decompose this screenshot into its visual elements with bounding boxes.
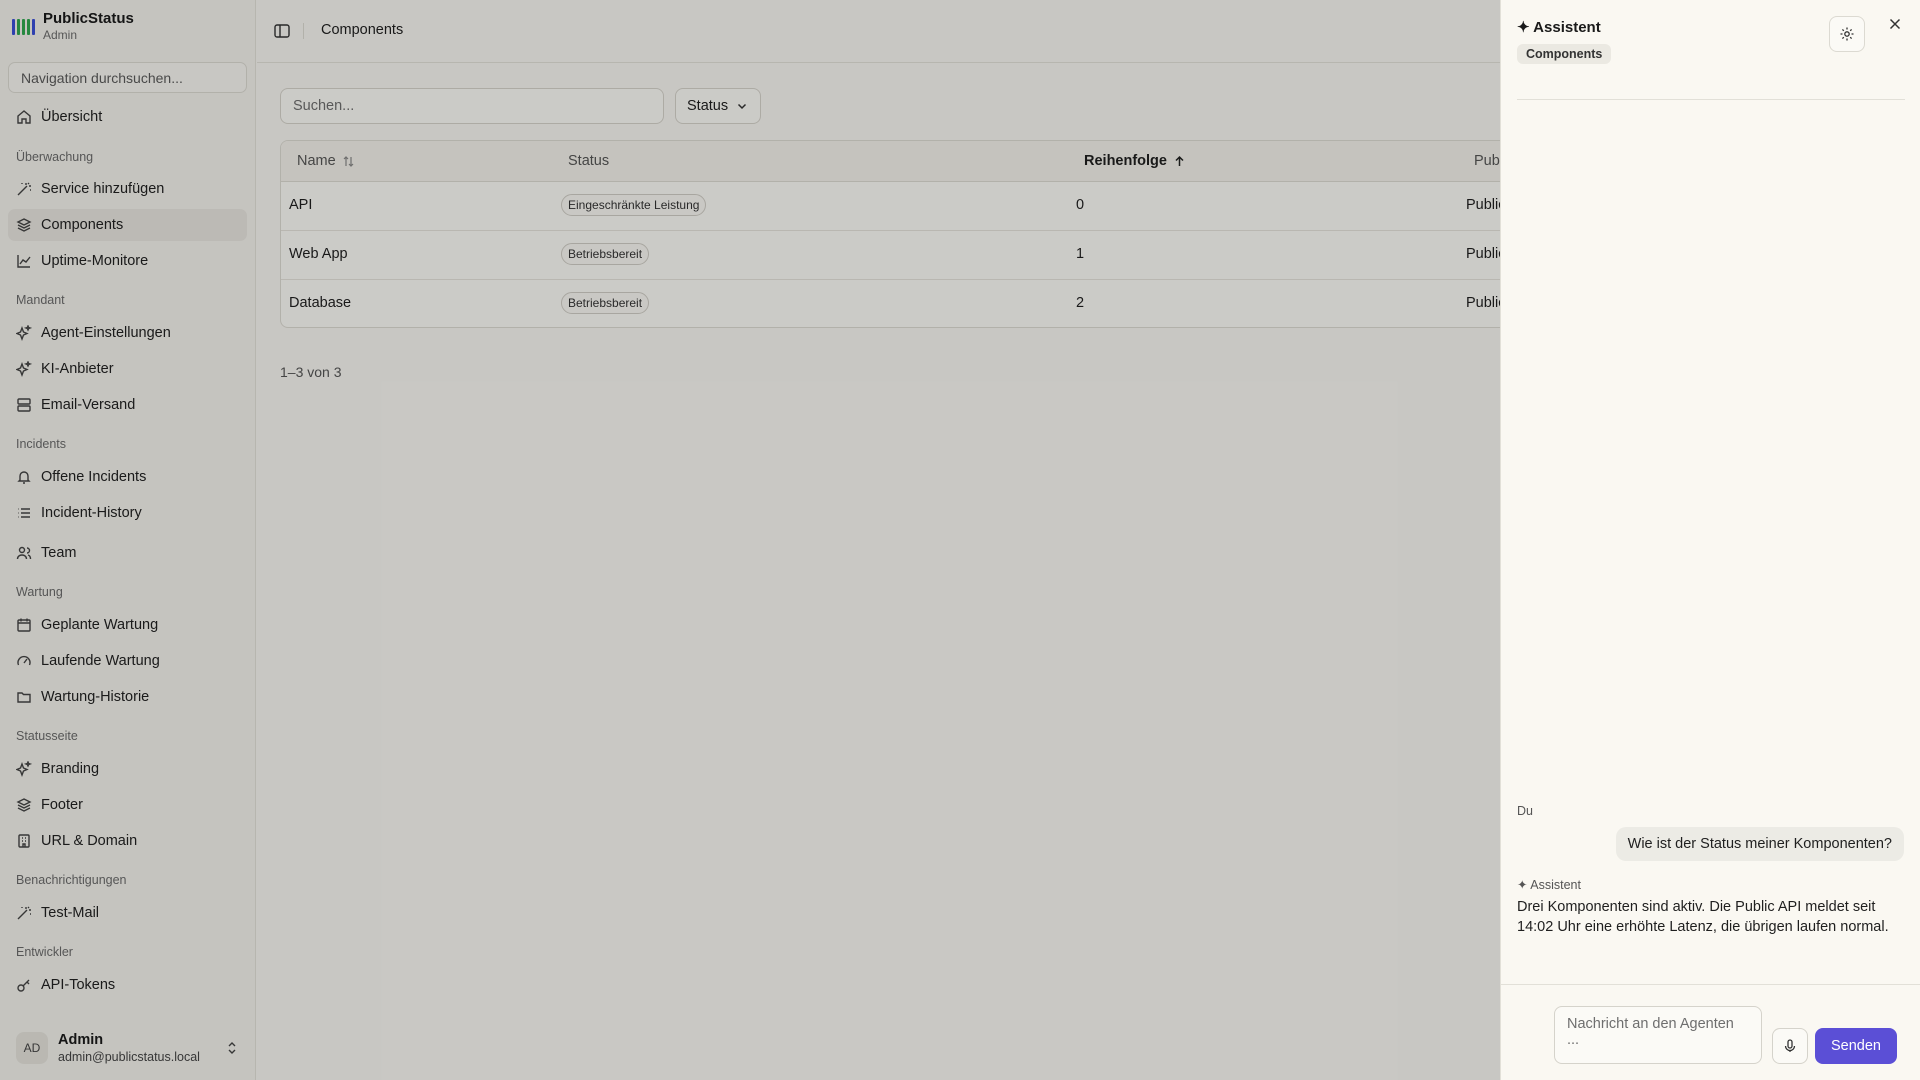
send-button[interactable]: Senden — [1815, 1028, 1897, 1064]
mic-icon — [1784, 1039, 1796, 1052]
assistant-title: ✦ Assistent — [1517, 19, 1601, 36]
assistant-message: Drei Komponenten sind aktiv. Die Public … — [1517, 899, 1889, 935]
user-label: Du — [1517, 804, 1533, 818]
gear-icon — [1840, 27, 1854, 41]
assistant-panel: ✦ Assistent Components Du Wie ist der St… — [1500, 0, 1920, 1080]
divider — [1501, 984, 1920, 985]
settings-button[interactable] — [1829, 16, 1865, 52]
context-chip: Components — [1517, 44, 1612, 64]
close-icon[interactable] — [1887, 16, 1903, 32]
user-message: Wie ist der Status meiner Komponenten? — [1615, 827, 1904, 861]
assistant-label: ✦ Assistent — [1517, 878, 1581, 892]
mic-button[interactable] — [1772, 1028, 1808, 1064]
modal-backdrop[interactable] — [0, 0, 1500, 1080]
message-input[interactable]: Nachricht an den Agenten ... — [1554, 1006, 1762, 1064]
divider — [1517, 99, 1905, 100]
